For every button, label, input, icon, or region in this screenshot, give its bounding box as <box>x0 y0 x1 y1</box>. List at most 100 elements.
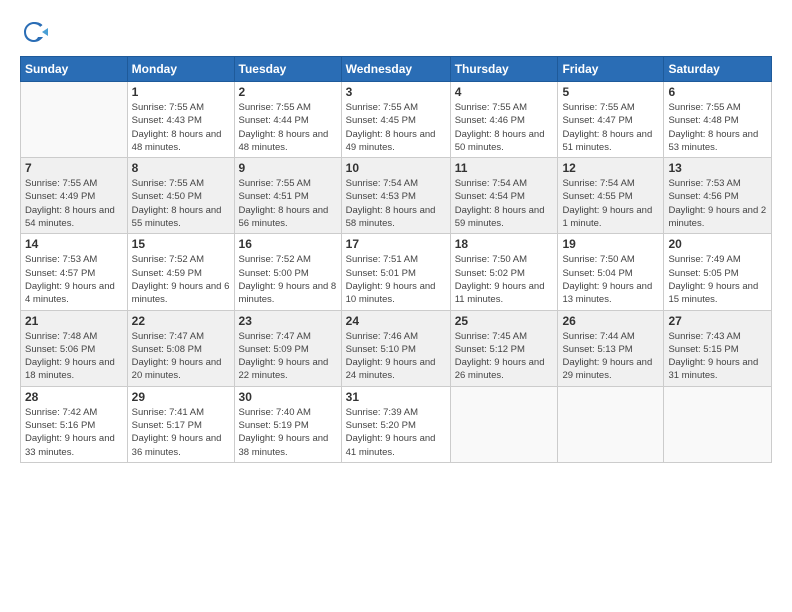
calendar-cell: 7 Sunrise: 7:55 AMSunset: 4:49 PMDaylight… <box>21 158 128 234</box>
day-number: 31 <box>346 390 446 404</box>
day-number: 27 <box>668 314 767 328</box>
day-number: 12 <box>562 161 659 175</box>
day-number: 18 <box>455 237 554 251</box>
col-wednesday: Wednesday <box>341 57 450 82</box>
col-friday: Friday <box>558 57 664 82</box>
calendar-week-row: 28 Sunrise: 7:42 AMSunset: 5:16 PMDayligh… <box>21 386 772 462</box>
calendar-cell: 14 Sunrise: 7:53 AMSunset: 4:57 PMDayligh… <box>21 234 128 310</box>
calendar-cell: 29Sunrise: 7:41 AMSunset: 5:17 PMDayligh… <box>127 386 234 462</box>
calendar-cell: 12 Sunrise: 7:54 AMSunset: 4:55 PMDayligh… <box>558 158 664 234</box>
day-info: Sunrise: 7:40 AMSunset: 5:19 PMDaylight:… <box>239 406 337 459</box>
day-info: Sunrise: 7:39 AMSunset: 5:20 PMDaylight:… <box>346 406 446 459</box>
calendar-cell: 22 Sunrise: 7:47 AMSunset: 5:08 PMDayligh… <box>127 310 234 386</box>
day-number: 20 <box>668 237 767 251</box>
day-info: Sunrise: 7:48 AMSunset: 5:06 PMDaylight:… <box>25 330 123 383</box>
calendar-cell: 25 Sunrise: 7:45 AMSunset: 5:12 PMDayligh… <box>450 310 558 386</box>
calendar-cell <box>21 82 128 158</box>
day-info: Sunrise: 7:43 AMSunset: 5:15 PMDaylight:… <box>668 330 767 383</box>
day-info: Sunrise: 7:53 AMSunset: 4:56 PMDaylight:… <box>668 177 767 230</box>
col-monday: Monday <box>127 57 234 82</box>
day-number: 25 <box>455 314 554 328</box>
col-saturday: Saturday <box>664 57 772 82</box>
calendar-cell: 21 Sunrise: 7:48 AMSunset: 5:06 PMDayligh… <box>21 310 128 386</box>
calendar-cell: 13 Sunrise: 7:53 AMSunset: 4:56 PMDayligh… <box>664 158 772 234</box>
calendar-cell: 23Sunrise: 7:47 AMSunset: 5:09 PMDayligh… <box>234 310 341 386</box>
calendar-week-row: 7 Sunrise: 7:55 AMSunset: 4:49 PMDaylight… <box>21 158 772 234</box>
day-info: Sunrise: 7:55 AMSunset: 4:47 PMDaylight:… <box>562 101 659 154</box>
day-info: Sunrise: 7:47 AMSunset: 5:09 PMDaylight:… <box>239 330 337 383</box>
day-number: 30 <box>239 390 337 404</box>
day-info: Sunrise: 7:53 AMSunset: 4:57 PMDaylight:… <box>25 253 123 306</box>
calendar-cell: 18 Sunrise: 7:50 AMSunset: 5:02 PMDayligh… <box>450 234 558 310</box>
col-thursday: Thursday <box>450 57 558 82</box>
day-number: 24 <box>346 314 446 328</box>
calendar-cell: 1Sunrise: 7:55 AMSunset: 4:43 PMDaylight… <box>127 82 234 158</box>
day-number: 22 <box>132 314 230 328</box>
day-number: 28 <box>25 390 123 404</box>
day-info: Sunrise: 7:50 AMSunset: 5:04 PMDaylight:… <box>562 253 659 306</box>
day-info: Sunrise: 7:55 AMSunset: 4:49 PMDaylight:… <box>25 177 123 230</box>
calendar-cell: 4 Sunrise: 7:55 AMSunset: 4:46 PMDaylight… <box>450 82 558 158</box>
day-info: Sunrise: 7:55 AMSunset: 4:51 PMDaylight:… <box>239 177 337 230</box>
day-number: 26 <box>562 314 659 328</box>
calendar-cell: 15 Sunrise: 7:52 AMSunset: 4:59 PMDayligh… <box>127 234 234 310</box>
calendar-week-row: 14 Sunrise: 7:53 AMSunset: 4:57 PMDayligh… <box>21 234 772 310</box>
day-number: 17 <box>346 237 446 251</box>
day-number: 8 <box>132 161 230 175</box>
calendar-cell: 8 Sunrise: 7:55 AMSunset: 4:50 PMDaylight… <box>127 158 234 234</box>
header <box>20 18 772 46</box>
day-info: Sunrise: 7:44 AMSunset: 5:13 PMDaylight:… <box>562 330 659 383</box>
day-number: 15 <box>132 237 230 251</box>
day-number: 14 <box>25 237 123 251</box>
day-info: Sunrise: 7:49 AMSunset: 5:05 PMDaylight:… <box>668 253 767 306</box>
day-info: Sunrise: 7:47 AMSunset: 5:08 PMDaylight:… <box>132 330 230 383</box>
calendar-page: Sunday Monday Tuesday Wednesday Thursday… <box>0 0 792 612</box>
calendar-cell <box>664 386 772 462</box>
day-info: Sunrise: 7:55 AMSunset: 4:43 PMDaylight:… <box>132 101 230 154</box>
calendar-table: Sunday Monday Tuesday Wednesday Thursday… <box>20 56 772 463</box>
day-number: 21 <box>25 314 123 328</box>
day-number: 3 <box>346 85 446 99</box>
calendar-cell <box>558 386 664 462</box>
calendar-header-row: Sunday Monday Tuesday Wednesday Thursday… <box>21 57 772 82</box>
day-info: Sunrise: 7:52 AMSunset: 4:59 PMDaylight:… <box>132 253 230 306</box>
day-info: Sunrise: 7:55 AMSunset: 4:44 PMDaylight:… <box>239 101 337 154</box>
day-info: Sunrise: 7:45 AMSunset: 5:12 PMDaylight:… <box>455 330 554 383</box>
calendar-cell: 11 Sunrise: 7:54 AMSunset: 4:54 PMDayligh… <box>450 158 558 234</box>
calendar-cell: 20 Sunrise: 7:49 AMSunset: 5:05 PMDayligh… <box>664 234 772 310</box>
calendar-cell: 24 Sunrise: 7:46 AMSunset: 5:10 PMDayligh… <box>341 310 450 386</box>
col-sunday: Sunday <box>21 57 128 82</box>
calendar-cell: 31 Sunrise: 7:39 AMSunset: 5:20 PMDayligh… <box>341 386 450 462</box>
day-number: 29 <box>132 390 230 404</box>
day-number: 10 <box>346 161 446 175</box>
logo-icon <box>20 18 48 46</box>
day-number: 19 <box>562 237 659 251</box>
day-info: Sunrise: 7:55 AMSunset: 4:50 PMDaylight:… <box>132 177 230 230</box>
day-info: Sunrise: 7:55 AMSunset: 4:48 PMDaylight:… <box>668 101 767 154</box>
calendar-week-row: 21 Sunrise: 7:48 AMSunset: 5:06 PMDayligh… <box>21 310 772 386</box>
day-info: Sunrise: 7:54 AMSunset: 4:55 PMDaylight:… <box>562 177 659 230</box>
calendar-cell: 28 Sunrise: 7:42 AMSunset: 5:16 PMDayligh… <box>21 386 128 462</box>
day-info: Sunrise: 7:55 AMSunset: 4:46 PMDaylight:… <box>455 101 554 154</box>
day-info: Sunrise: 7:50 AMSunset: 5:02 PMDaylight:… <box>455 253 554 306</box>
calendar-cell: 16Sunrise: 7:52 AMSunset: 5:00 PMDayligh… <box>234 234 341 310</box>
day-info: Sunrise: 7:54 AMSunset: 4:54 PMDaylight:… <box>455 177 554 230</box>
day-info: Sunrise: 7:51 AMSunset: 5:01 PMDaylight:… <box>346 253 446 306</box>
calendar-cell <box>450 386 558 462</box>
day-number: 4 <box>455 85 554 99</box>
day-number: 11 <box>455 161 554 175</box>
day-info: Sunrise: 7:52 AMSunset: 5:00 PMDaylight:… <box>239 253 337 306</box>
calendar-cell: 19 Sunrise: 7:50 AMSunset: 5:04 PMDayligh… <box>558 234 664 310</box>
calendar-cell: 26 Sunrise: 7:44 AMSunset: 5:13 PMDayligh… <box>558 310 664 386</box>
calendar-cell: 5Sunrise: 7:55 AMSunset: 4:47 PMDaylight… <box>558 82 664 158</box>
day-info: Sunrise: 7:46 AMSunset: 5:10 PMDaylight:… <box>346 330 446 383</box>
calendar-week-row: 1Sunrise: 7:55 AMSunset: 4:43 PMDaylight… <box>21 82 772 158</box>
calendar-cell: 17 Sunrise: 7:51 AMSunset: 5:01 PMDayligh… <box>341 234 450 310</box>
day-number: 2 <box>239 85 337 99</box>
calendar-cell: 2 Sunrise: 7:55 AMSunset: 4:44 PMDaylight… <box>234 82 341 158</box>
calendar-cell: 6Sunrise: 7:55 AMSunset: 4:48 PMDaylight… <box>664 82 772 158</box>
day-info: Sunrise: 7:42 AMSunset: 5:16 PMDaylight:… <box>25 406 123 459</box>
day-number: 13 <box>668 161 767 175</box>
day-number: 7 <box>25 161 123 175</box>
day-number: 9 <box>239 161 337 175</box>
